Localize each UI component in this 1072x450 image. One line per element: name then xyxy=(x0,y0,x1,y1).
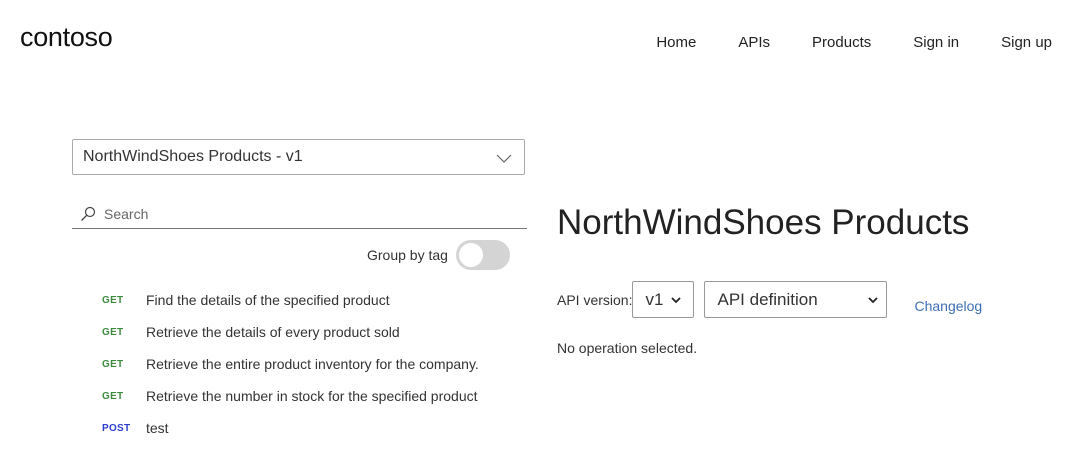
operation-item[interactable]: GET Retrieve the number in stock for the… xyxy=(102,380,479,412)
operation-item[interactable]: GET Retrieve the entire product inventor… xyxy=(102,348,479,380)
group-by-tag-toggle[interactable] xyxy=(455,240,510,270)
operation-item[interactable]: GET Find the details of the specified pr… xyxy=(102,284,479,316)
api-version-value: v1 xyxy=(645,289,664,309)
changelog-link[interactable]: Changelog xyxy=(914,298,982,314)
api-definition-value: API definition xyxy=(717,289,818,309)
operation-item[interactable]: GET Retrieve the details of every produc… xyxy=(102,316,479,348)
chevron-down-icon xyxy=(496,154,512,163)
api-selector-value: NorthWindShoes Products - v1 xyxy=(83,148,303,165)
operation-name: Retrieve the details of every product so… xyxy=(146,324,400,340)
api-definition-select[interactable]: API definition xyxy=(704,281,888,318)
status-text: No operation selected. xyxy=(557,340,698,356)
page: contoso Home APIs Products Sign in Sign … xyxy=(0,0,1072,450)
api-version-row: API version: v1 API definition Changelog xyxy=(557,281,982,318)
operation-name: Find the details of the specified produc… xyxy=(146,292,390,308)
operations-list: GET Find the details of the specified pr… xyxy=(102,284,479,444)
api-selector[interactable]: NorthWindShoes Products - v1 xyxy=(72,139,525,175)
nav-sign-in[interactable]: Sign in xyxy=(913,34,959,51)
operation-item[interactable]: POST test xyxy=(102,412,479,444)
nav-products[interactable]: Products xyxy=(812,34,871,51)
logo[interactable]: contoso xyxy=(20,22,113,53)
search-field xyxy=(72,199,527,229)
api-version-label: API version: xyxy=(557,291,633,308)
operation-name: Retrieve the number in stock for the spe… xyxy=(146,388,478,404)
operation-name: Retrieve the entire product inventory fo… xyxy=(146,356,479,372)
method-badge: GET xyxy=(102,390,124,402)
nav-home[interactable]: Home xyxy=(656,34,696,51)
group-by-tag: Group by tag xyxy=(367,240,510,270)
nav-sign-up[interactable]: Sign up xyxy=(1001,34,1052,51)
method-badge: GET xyxy=(102,358,124,370)
nav-apis[interactable]: APIs xyxy=(738,34,770,51)
top-nav: Home APIs Products Sign in Sign up xyxy=(614,34,1052,51)
search-icon xyxy=(81,206,96,221)
search-input[interactable] xyxy=(102,204,506,223)
method-badge: GET xyxy=(102,294,124,306)
group-by-tag-label: Group by tag xyxy=(367,247,448,263)
operation-name: test xyxy=(146,420,169,436)
toggle-knob xyxy=(458,243,483,267)
api-version-select[interactable]: v1 xyxy=(632,281,695,318)
method-badge: GET xyxy=(102,326,124,338)
chevron-down-icon xyxy=(868,296,879,303)
chevron-down-icon xyxy=(671,296,682,303)
method-badge: POST xyxy=(102,422,131,434)
page-title: NorthWindShoes Products xyxy=(557,203,970,242)
